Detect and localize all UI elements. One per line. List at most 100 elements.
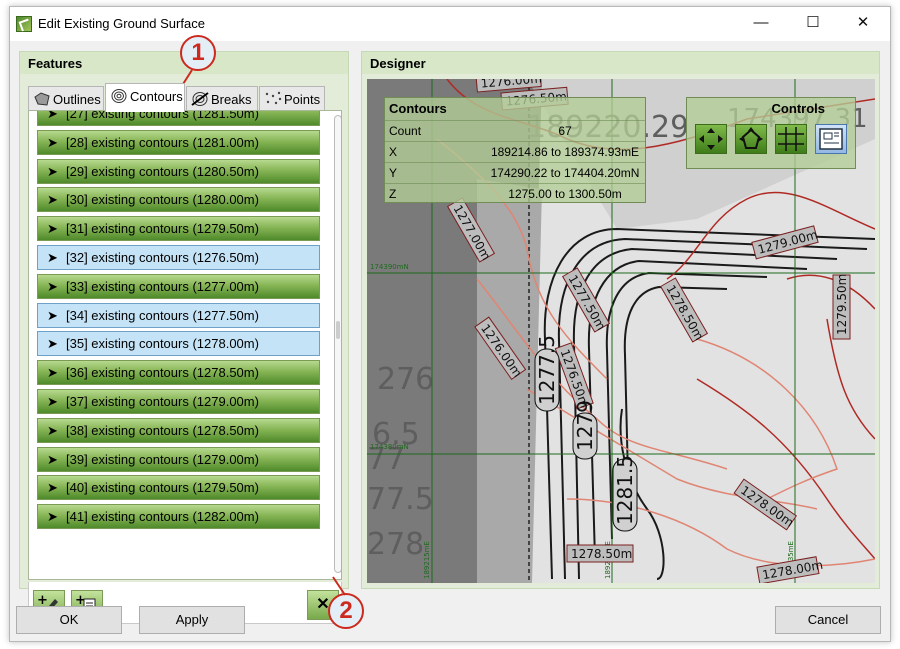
callout-marker: 1: [180, 35, 216, 71]
controls-title: Controls: [771, 101, 825, 116]
contour-list-item-label: [32] existing contours (1276.50m): [66, 250, 259, 265]
tab-breaks-label: Breaks: [211, 92, 252, 107]
minimize-button[interactable]: —: [738, 7, 784, 39]
pan-arrows-icon: [699, 128, 723, 150]
expand-arrow-icon[interactable]: ➤: [47, 448, 58, 471]
expand-arrow-icon[interactable]: ➤: [47, 304, 58, 327]
expand-arrow-icon[interactable]: ➤: [47, 390, 58, 413]
layout-preview-button[interactable]: [815, 124, 847, 154]
contour-list-item[interactable]: ➤ [31] existing contours (1279.50m): [37, 216, 320, 242]
expand-arrow-icon[interactable]: ➤: [47, 476, 58, 499]
contour-list-item[interactable]: ➤ [40] existing contours (1279.50m): [37, 475, 320, 501]
expand-arrow-icon[interactable]: ➤: [47, 160, 58, 183]
contour-list: ➤ [27] existing contours (1281.50m) ➤ [28] …: [28, 110, 342, 580]
points-icon: [265, 91, 282, 105]
contour-list-item-label: [29] existing contours (1280.50m): [66, 163, 259, 179]
outline-shape-icon: [34, 92, 50, 106]
tab-contours[interactable]: Contours: [105, 83, 185, 112]
contour-list-item[interactable]: ➤ [36] existing contours (1278.50m): [37, 360, 320, 386]
contour-list-item-label: [35] existing contours (1278.00m): [66, 336, 259, 352]
scrollbar-thumb[interactable]: [336, 321, 340, 339]
expand-arrow-icon[interactable]: ➤: [47, 188, 58, 211]
expand-arrow-icon[interactable]: ➤: [47, 505, 58, 528]
tab-points[interactable]: Points: [259, 86, 325, 112]
grid-label: 174380mN: [370, 443, 409, 451]
contour-list-item[interactable]: ➤ [34] existing contours (1277.50m): [37, 302, 320, 328]
contour-list-item[interactable]: ➤ [38] existing contours (1278.50m): [37, 417, 320, 443]
expand-arrow-icon[interactable]: ➤: [47, 217, 58, 240]
rotate-view-button[interactable]: [735, 124, 767, 154]
expand-arrow-icon[interactable]: ➤: [47, 332, 58, 355]
contour-list-item[interactable]: ➤ [39] existing contours (1279.00m): [37, 446, 320, 472]
expand-arrow-icon[interactable]: ➤: [47, 111, 58, 125]
expand-arrow-icon[interactable]: ➤: [47, 131, 58, 154]
contour-label: 1278.50m: [571, 547, 632, 561]
contour-list-item-label: [28] existing contours (1281.00m): [66, 134, 259, 150]
contour-list-item-label: [30] existing contours (1280.00m): [66, 192, 259, 208]
info-row-count: Count 67: [385, 120, 645, 141]
layout-preview-icon: [819, 128, 843, 150]
callout-pointer: [332, 576, 346, 596]
svg-text:276: 276: [377, 362, 434, 397]
contour-list-item[interactable]: ➤ [28] existing contours (1281.00m): [37, 129, 320, 155]
contour-list-item-label: [40] existing contours (1279.50m): [66, 480, 259, 496]
contour-list-item-label: [39] existing contours (1279.00m): [66, 451, 259, 467]
tab-outlines-label: Outlines: [53, 92, 101, 107]
controls-box: Controls: [686, 97, 856, 169]
svg-text:77.5: 77.5: [367, 482, 434, 517]
contours-info-title: Contours: [389, 101, 447, 116]
designer-header: Designer: [362, 52, 879, 74]
apply-button[interactable]: Apply: [139, 606, 245, 634]
close-window-button[interactable]: ✕: [840, 7, 886, 39]
window-title: Edit Existing Ground Surface: [38, 16, 205, 31]
contours-info-box: Contours Count 67 X 189214.86 to 189374.93…: [384, 97, 646, 203]
tab-outlines[interactable]: Outlines: [28, 86, 104, 112]
expand-arrow-icon[interactable]: ➤: [47, 246, 58, 269]
expand-arrow-icon[interactable]: ➤: [47, 361, 58, 384]
info-row-x: X 189214.86 to 189374.93mE: [385, 141, 645, 162]
info-row-y: Y 174290.22 to 174404.20mN: [385, 162, 645, 183]
contours-icon: [111, 89, 127, 103]
contour-list-item[interactable]: ➤ [33] existing contours (1277.00m): [37, 273, 320, 299]
contour-list-item-label: [41] existing contours (1282.00m): [66, 509, 259, 525]
contour-list-item-label: [38] existing contours (1278.50m): [66, 422, 259, 438]
designer-panel: Designer 276 6.5 77 77.5 278 189220.29 1…: [361, 51, 880, 589]
edit-ground-surface-window: Edit Existing Ground Surface — ☐ ✕ Featu…: [9, 6, 891, 642]
contour-list-item[interactable]: ➤ [29] existing contours (1280.50m): [37, 158, 320, 184]
contour-list-item[interactable]: ➤ [35] existing contours (1278.00m): [37, 331, 320, 357]
contour-list-item[interactable]: ➤ [37] existing contours (1279.00m): [37, 389, 320, 414]
svg-text:278: 278: [367, 527, 424, 562]
info-row-z: Z 1275.00 to 1300.50m: [385, 183, 645, 204]
maximize-button[interactable]: ☐: [790, 7, 836, 39]
expand-arrow-icon[interactable]: ➤: [47, 419, 58, 442]
contour-list-item-label: [31] existing contours (1279.50m): [66, 221, 259, 237]
grid-label: 189215mE: [423, 541, 431, 579]
contour-list-item-label: [37] existing contours (1279.00m): [66, 394, 259, 409]
features-panel: Features Outlines Contours Breaks Points…: [19, 51, 349, 624]
contour-label: 1279.50m: [835, 274, 849, 335]
pan-button[interactable]: [695, 124, 727, 154]
contour-list-item[interactable]: ➤ [32] existing contours (1276.50m): [37, 245, 320, 270]
designer-canvas[interactable]: 276 6.5 77 77.5 278 189220.29 174397.31: [367, 79, 875, 583]
contour-label: 1279: [573, 400, 597, 451]
rotate-view-icon: [739, 127, 763, 149]
list-scrollbar[interactable]: [334, 115, 341, 573]
contour-list-item-label: [36] existing contours (1278.50m): [66, 365, 259, 381]
contour-list-item-label: [33] existing contours (1277.00m): [66, 278, 259, 294]
contour-list-item[interactable]: ➤ [41] existing contours (1282.00m): [37, 504, 320, 530]
ok-button[interactable]: OK: [16, 606, 122, 634]
contour-label: 1277.5: [535, 335, 559, 405]
contour-label: 1281.5: [613, 455, 637, 525]
app-icon: [16, 16, 32, 32]
contour-list-item[interactable]: ➤ [27] existing contours (1281.50m): [37, 111, 320, 126]
grid-icon: [778, 127, 804, 151]
cancel-button[interactable]: Cancel: [775, 606, 881, 634]
grid-toggle-button[interactable]: [775, 124, 807, 154]
tab-contours-label: Contours: [130, 89, 183, 104]
contour-list-item-label: [34] existing contours (1277.50m): [66, 307, 259, 323]
expand-arrow-icon[interactable]: ➤: [47, 275, 58, 298]
callout-marker: 2: [328, 593, 364, 629]
title-bar: Edit Existing Ground Surface — ☐ ✕: [10, 7, 890, 41]
tab-points-label: Points: [284, 92, 321, 107]
contour-list-item[interactable]: ➤ [30] existing contours (1280.00m): [37, 187, 320, 213]
